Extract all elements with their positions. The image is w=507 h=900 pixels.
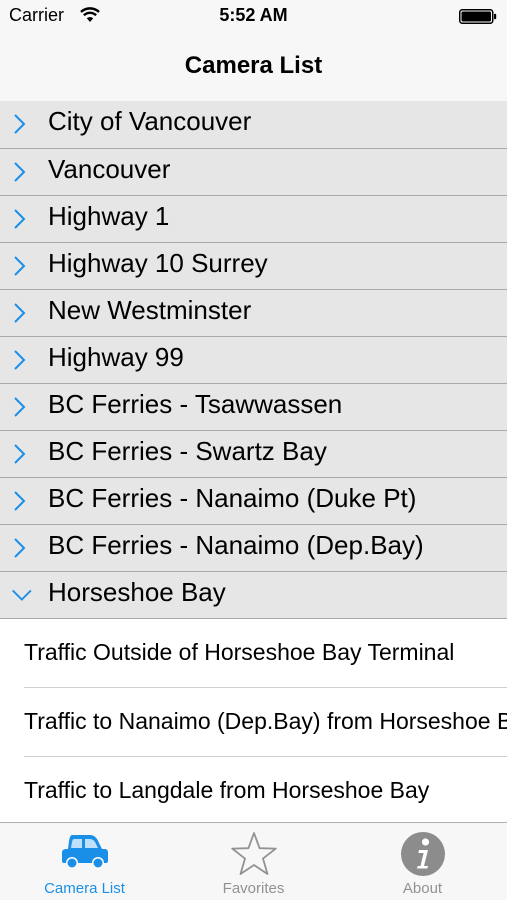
section-label: BC Ferries - Nanaimo (Duke Pt) xyxy=(48,483,417,513)
star-icon xyxy=(230,832,277,875)
camera-label: Traffic to Langdale from Horseshoe Bay xyxy=(24,777,430,803)
tab-bar: Camera List Favorites About xyxy=(0,822,507,900)
chevron-right-icon xyxy=(14,444,26,464)
section-label: Highway 99 xyxy=(48,342,184,372)
section-row-horseshoe-bay[interactable]: Horseshoe Bay xyxy=(0,572,507,619)
section-label: Vancouver xyxy=(48,154,171,184)
section-row-bc-ferries-nanaimo-dep-bay[interactable]: BC Ferries - Nanaimo (Dep.Bay) xyxy=(0,525,507,572)
tab-favorites[interactable]: Favorites xyxy=(169,823,338,900)
chevron-right-icon xyxy=(14,256,26,276)
status-bar: Carrier 5:52 AM xyxy=(0,0,507,34)
section-row-bc-ferries-nanaimo-duke-pt[interactable]: BC Ferries - Nanaimo (Duke Pt) xyxy=(0,478,507,525)
camera-row[interactable]: Traffic to Langdale from Horseshoe Bay xyxy=(0,757,507,826)
chevron-right-icon xyxy=(14,538,26,558)
chevron-right-icon xyxy=(14,303,26,323)
camera-list: City of Vancouver Vancouver Highway 1 Hi… xyxy=(0,101,507,826)
car-icon xyxy=(61,835,108,869)
section-label: BC Ferries - Nanaimo (Dep.Bay) xyxy=(48,530,424,560)
section-row-city-of-vancouver[interactable]: City of Vancouver xyxy=(0,101,507,149)
chevron-right-icon xyxy=(14,114,26,134)
chevron-right-icon xyxy=(14,162,26,182)
tab-label: About xyxy=(402,880,443,897)
battery-icon xyxy=(459,9,497,24)
chevron-down-icon xyxy=(12,589,32,601)
tab-label: Favorites xyxy=(222,880,285,897)
section-row-highway-99[interactable]: Highway 99 xyxy=(0,337,507,384)
section-row-highway-10-surrey[interactable]: Highway 10 Surrey xyxy=(0,243,507,290)
section-row-highway-1[interactable]: Highway 1 xyxy=(0,196,507,243)
chevron-right-icon xyxy=(14,209,26,229)
camera-label: Traffic to Nanaimo (Dep.Bay) from Horses… xyxy=(24,708,507,734)
section-label: Highway 10 Surrey xyxy=(48,248,268,278)
chevron-right-icon xyxy=(14,397,26,417)
tab-about[interactable]: About xyxy=(338,823,507,900)
section-row-new-westminster[interactable]: New Westminster xyxy=(0,290,507,337)
top-bar: Carrier 5:52 AM Camera List xyxy=(0,0,507,102)
status-time: 5:52 AM xyxy=(219,5,288,25)
chevron-right-icon xyxy=(14,491,26,511)
section-row-bc-ferries-swartz-bay[interactable]: BC Ferries - Swartz Bay xyxy=(0,431,507,478)
section-label: City of Vancouver xyxy=(48,106,252,136)
section-row-bc-ferries-tsawwassen[interactable]: BC Ferries - Tsawwassen xyxy=(0,384,507,431)
page-title: Camera List xyxy=(184,52,323,79)
section-label: Highway 1 xyxy=(48,201,170,231)
section-label: New Westminster xyxy=(48,295,252,325)
section-row-vancouver[interactable]: Vancouver xyxy=(0,149,507,196)
section-label: Horseshoe Bay xyxy=(48,577,226,607)
camera-label: Traffic Outside of Horseshoe Bay Termina… xyxy=(24,639,455,665)
section-label: BC Ferries - Tsawwassen xyxy=(48,389,343,419)
camera-row[interactable]: Traffic Outside of Horseshoe Bay Termina… xyxy=(0,619,507,688)
tab-label: Camera List xyxy=(44,880,125,897)
screen: Carrier 5:52 AM Camera List City of Vanc… xyxy=(0,0,507,900)
camera-row[interactable]: Traffic to Nanaimo (Dep.Bay) from Horses… xyxy=(0,688,507,757)
chevron-right-icon xyxy=(14,350,26,370)
tab-camera-list[interactable]: Camera List xyxy=(0,823,169,900)
info-icon xyxy=(400,832,445,876)
section-label: BC Ferries - Swartz Bay xyxy=(48,436,327,466)
